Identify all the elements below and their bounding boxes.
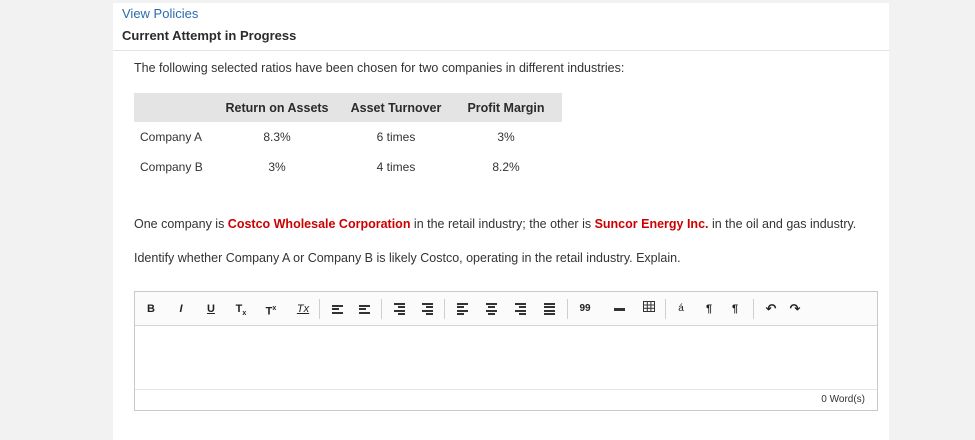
toolbar-separator (444, 299, 445, 319)
question-prompt: Identify whether Company A or Company B … (134, 251, 681, 265)
underline-button[interactable]: U (203, 300, 219, 318)
table-row: Company B 3% 4 times 8.2% (134, 152, 562, 182)
ltr-direction-button[interactable]: ¶ (701, 300, 717, 318)
horizontal-rule-icon[interactable] (611, 300, 627, 318)
table-cell: 4 times (376, 160, 416, 174)
subscript-button[interactable]: Tx (233, 300, 249, 318)
numbered-list-icon[interactable] (356, 300, 372, 318)
editor-statusbar: 0 Word(s) (135, 389, 877, 410)
special-character-button[interactable]: á (673, 300, 689, 318)
industry-paragraph: One company is Costco Wholesale Corporat… (134, 217, 856, 231)
table-row-label: Company B (140, 160, 203, 174)
align-left-icon[interactable] (454, 300, 470, 318)
table-icon[interactable] (641, 300, 657, 318)
align-right-icon[interactable] (512, 300, 528, 318)
ratios-table: Return on Assets Asset Turnover Profit M… (134, 93, 562, 182)
clear-format-button[interactable]: Tx (293, 300, 313, 318)
question-intro: The following selected ratios have been … (134, 61, 625, 75)
redo-button[interactable]: ↷ (787, 300, 803, 318)
view-policies-link[interactable]: View Policies (122, 6, 198, 21)
rich-text-editor: B I U Tx Tx Tx 99 á ¶ ¶ ↶ ↷ 0 Word(s) (134, 291, 878, 411)
divider (113, 50, 889, 51)
align-center-icon[interactable] (483, 300, 499, 318)
question-card: View Policies Current Attempt in Progres… (113, 3, 889, 440)
superscript-button[interactable]: Tx (263, 300, 279, 318)
italic-button[interactable]: I (173, 300, 189, 318)
table-header-cell: Profit Margin (450, 93, 562, 122)
toolbar-separator (381, 299, 382, 319)
toolbar-separator (319, 299, 320, 319)
decrease-indent-icon[interactable] (391, 300, 407, 318)
editor-toolbar: B I U Tx Tx Tx 99 á ¶ ¶ ↶ ↷ (135, 292, 877, 326)
table-header-cell: Asset Turnover (342, 93, 450, 122)
table-header-row: Return on Assets Asset Turnover Profit M… (134, 93, 562, 122)
word-count: 0 Word(s) (821, 394, 865, 405)
bulleted-list-icon[interactable] (329, 300, 345, 318)
attempt-status: Current Attempt in Progress (122, 28, 297, 43)
table-row: Company A 8.3% 6 times 3% (134, 122, 562, 152)
company-highlight: Suncor Energy Inc. (594, 217, 709, 231)
undo-button[interactable]: ↶ (763, 300, 779, 318)
table-cell: 6 times (376, 130, 416, 144)
blockquote-button[interactable]: 99 (577, 300, 593, 318)
company-highlight: Costco Wholesale Corporation (227, 217, 411, 231)
text-segment: One company is (134, 217, 228, 231)
increase-indent-icon[interactable] (419, 300, 435, 318)
table-header-cell: Return on Assets (212, 93, 342, 122)
table-row-label: Company A (140, 130, 203, 144)
text-segment: in the retail industry; the other is (410, 217, 595, 231)
table-cell: 3% (268, 160, 286, 174)
rtl-direction-button[interactable]: ¶ (727, 300, 743, 318)
justify-icon[interactable] (541, 300, 557, 318)
bold-button[interactable]: B (143, 300, 159, 318)
subscript-mark: x (242, 310, 247, 318)
table-cell: 3% (497, 130, 515, 144)
text-segment: in the oil and gas industry. (708, 217, 857, 231)
answer-text-area[interactable] (135, 326, 877, 389)
table-cell: 8.3% (263, 130, 291, 144)
toolbar-separator (665, 299, 666, 319)
toolbar-separator (567, 299, 568, 319)
toolbar-separator (753, 299, 754, 319)
superscript-mark: x (272, 305, 277, 312)
table-header-cell (134, 93, 212, 122)
table-cell: 8.2% (492, 160, 520, 174)
